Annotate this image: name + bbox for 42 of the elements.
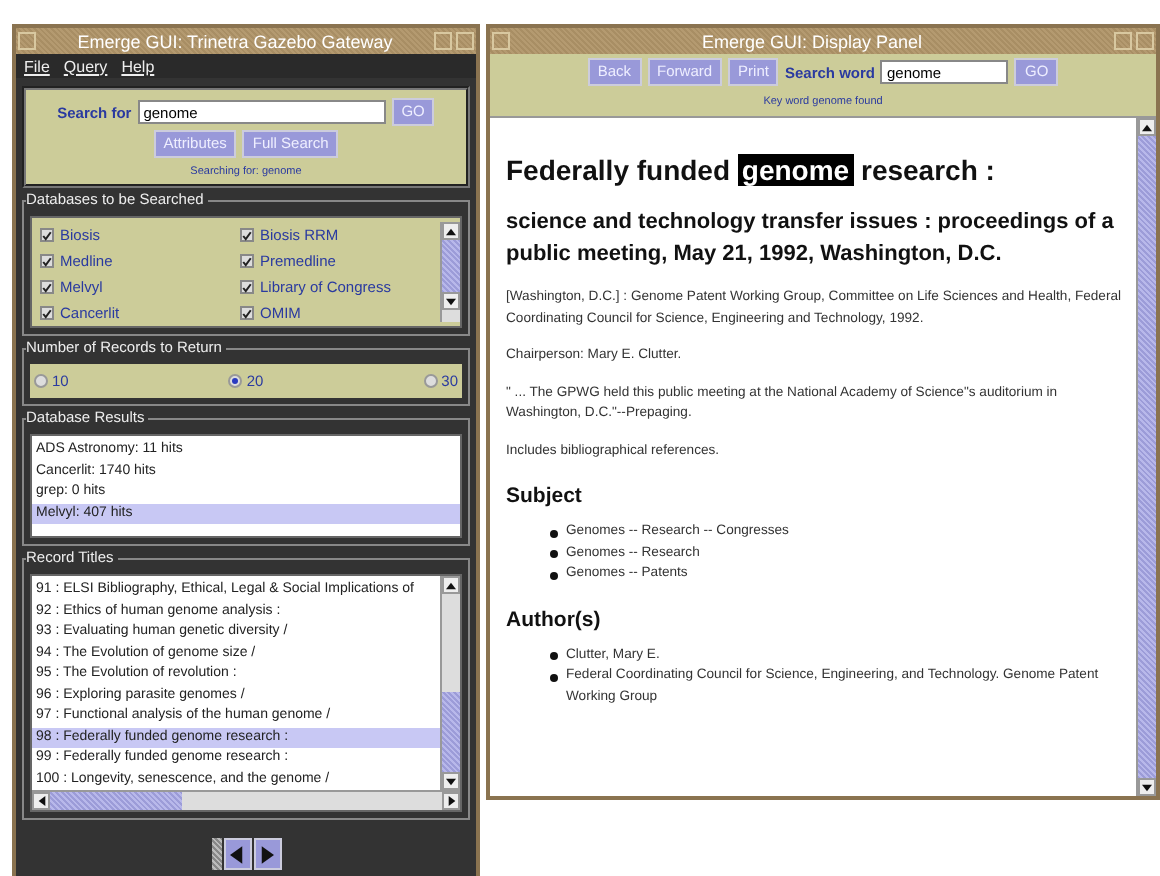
menu-item[interactable]: Query [63, 57, 108, 75]
window-title: Emerge GUI: Trinetra Gazebo Gateway [75, 31, 395, 51]
section-heading: Author(s) [506, 607, 603, 631]
checkbox[interactable] [40, 228, 54, 242]
radio-button[interactable] [228, 374, 243, 388]
down-arrow-icon[interactable] [446, 297, 456, 305]
scrollbar[interactable] [1136, 118, 1156, 796]
menu-item[interactable]: File [24, 57, 50, 75]
window-title: Emerge GUI: Display Panel [699, 31, 925, 51]
checkbox[interactable] [40, 280, 54, 294]
right-arrow-icon[interactable] [447, 796, 455, 806]
checkbox[interactable] [240, 228, 254, 242]
checkbox[interactable] [40, 306, 54, 320]
up-arrow-icon[interactable] [1142, 123, 1152, 131]
checkbox[interactable] [40, 254, 54, 268]
bullet-icon [550, 571, 558, 579]
left-arrow-icon[interactable] [37, 796, 45, 806]
up-arrow-icon[interactable] [446, 227, 456, 235]
bullet-icon [550, 529, 558, 537]
checkbox[interactable] [240, 280, 254, 294]
grip-handle[interactable] [211, 838, 221, 870]
checkbox[interactable] [240, 306, 254, 320]
previous-button[interactable] [223, 838, 251, 870]
left-arrow-icon [230, 845, 244, 863]
bullet-icon [550, 673, 558, 681]
right-arrow-icon [260, 845, 274, 863]
section-heading: Subject [506, 484, 584, 508]
checkbox[interactable] [240, 254, 254, 268]
bullet-icon [550, 550, 558, 558]
menu-item[interactable]: Help [121, 57, 155, 75]
down-arrow-icon[interactable] [446, 777, 456, 785]
horizontal-scrollbar[interactable] [32, 790, 460, 810]
next-button[interactable] [253, 838, 281, 870]
record-title: Federally funded genome research : [506, 154, 997, 186]
scrollbar[interactable] [440, 222, 460, 322]
down-arrow-icon[interactable] [1142, 783, 1152, 791]
radio-button[interactable] [34, 374, 48, 388]
radio-button[interactable] [423, 374, 438, 388]
bullet-icon [550, 652, 558, 660]
scrollbar[interactable] [440, 576, 460, 790]
record-subtitle: science and technology transfer issues : proceedings of a public meeting, May 21, 1992, Washington, D.C. [506, 208, 1116, 270]
up-arrow-icon[interactable] [446, 581, 456, 589]
